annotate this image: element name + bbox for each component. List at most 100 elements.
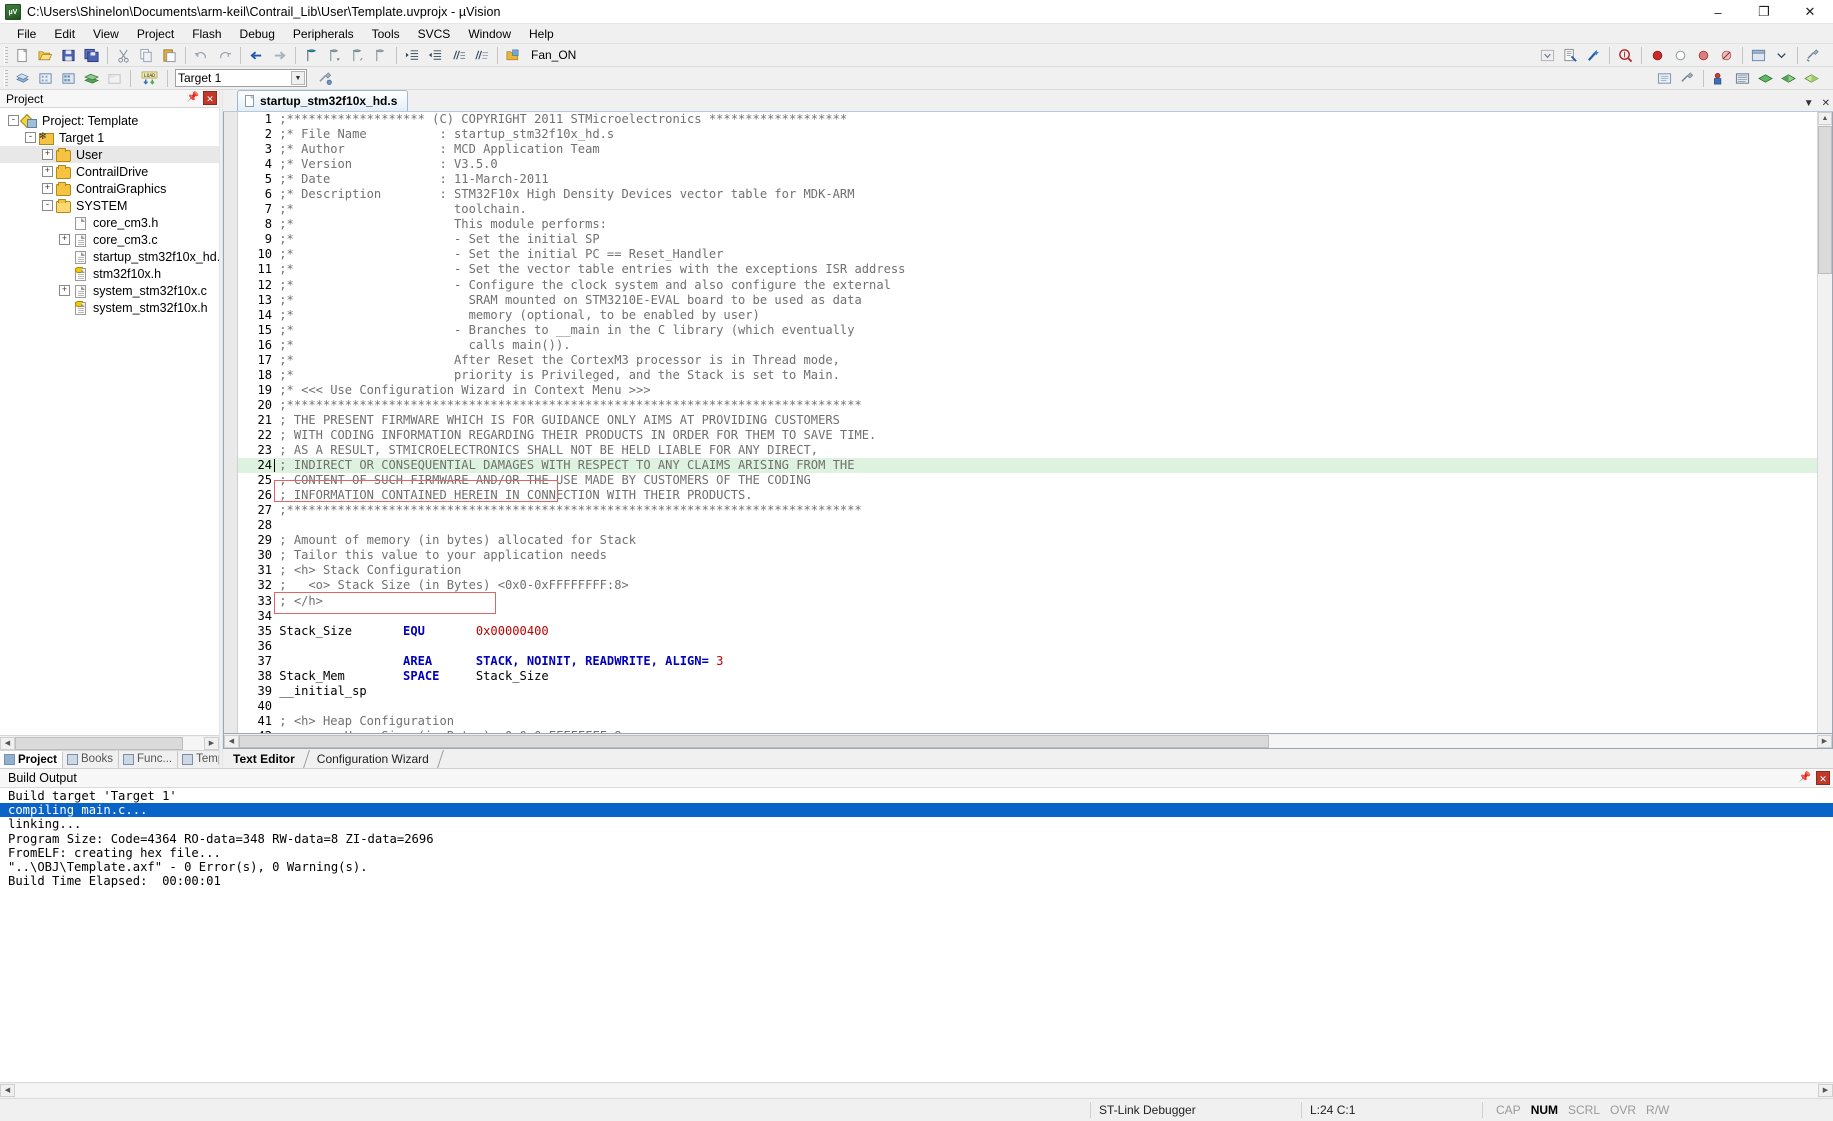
scrollbar-thumb[interactable]: [15, 736, 183, 750]
code-line[interactable]: 38 Stack_Mem SPACE Stack_Size: [238, 668, 1832, 684]
code-line[interactable]: 2 ;* File Name : startup_stm32f10x_hd.s: [238, 127, 1832, 143]
code-line[interactable]: 19 ;* <<< Use Configuration Wizard in Co…: [238, 382, 1832, 398]
target-select[interactable]: Target 1 ▼: [175, 69, 307, 87]
code-line[interactable]: 26 ; INFORMATION CONTAINED HEREIN IN CON…: [238, 488, 1832, 504]
toolbar-grip[interactable]: [4, 46, 8, 64]
scroll-up-arrow-icon[interactable]: ▲: [1818, 112, 1832, 125]
breakpoint-gutter[interactable]: [224, 112, 238, 733]
configure-flash-icon[interactable]: [1560, 45, 1581, 65]
code-line[interactable]: 22 ; WITH CODING INFORMATION REGARDING T…: [238, 427, 1832, 444]
tree-item-startup_stm32f10x_hd.s[interactable]: startup_stm32f10x_hd.s: [0, 248, 219, 265]
project-pane-tab-books[interactable]: Books: [63, 751, 119, 768]
code-line[interactable]: 41 ; <h> Heap Configuration: [238, 713, 1832, 729]
manage-windows-icon[interactable]: [1748, 45, 1769, 65]
minimize-button[interactable]: –: [1695, 0, 1741, 24]
menu-project[interactable]: Project: [128, 25, 183, 43]
menu-debug[interactable]: Debug: [231, 25, 284, 43]
code-line[interactable]: 10 ;* - Set the initial PC == Reset_Hand…: [238, 247, 1832, 263]
comment-icon[interactable]: [448, 45, 469, 65]
menu-peripherals[interactable]: Peripherals: [284, 25, 363, 43]
build-output-line[interactable]: Build target 'Target 1': [0, 789, 1833, 803]
scrollbar-track[interactable]: [239, 734, 1817, 748]
insert-bookmark-icon[interactable]: [301, 45, 322, 65]
undo-icon[interactable]: [191, 45, 212, 65]
pack-installer-icon[interactable]: [1709, 68, 1730, 88]
code-line[interactable]: 39 __initial_sp: [238, 683, 1832, 699]
configure-target-icon[interactable]: [503, 45, 524, 65]
code-line[interactable]: 4 ;* Version : V3.5.0: [238, 157, 1832, 173]
expand-icon[interactable]: +: [59, 285, 70, 296]
menu-tools[interactable]: Tools: [363, 25, 409, 43]
dropdown-toggle-icon[interactable]: [1537, 45, 1558, 65]
code-line[interactable]: 1 ;******************* (C) COPYRIGHT 201…: [238, 112, 1832, 128]
configure-toolbar-icon[interactable]: [1803, 45, 1824, 65]
menu-window[interactable]: Window: [459, 25, 520, 43]
menu-edit[interactable]: Edit: [45, 25, 84, 43]
scrollbar-track[interactable]: [15, 1084, 1818, 1097]
toolbar-grip[interactable]: [4, 69, 8, 87]
indent-icon[interactable]: [402, 45, 423, 65]
code-line[interactable]: 25 ; CONTENT OF SUCH FIRMWARE AND/OR THE…: [238, 473, 1832, 489]
menu-svcs[interactable]: SVCS: [409, 25, 460, 43]
pack-icon-2[interactable]: [1778, 68, 1799, 88]
code-vscrollbar[interactable]: ▲: [1817, 112, 1832, 733]
select-software-packs-icon[interactable]: [1732, 68, 1753, 88]
magic-wand-icon[interactable]: [1583, 45, 1604, 65]
tree-item-contraigraphics[interactable]: + ContraiGraphics: [0, 180, 219, 197]
prev-bookmark-icon[interactable]: [324, 45, 345, 65]
scrollbar-thumb[interactable]: [1818, 126, 1832, 274]
code-line[interactable]: 42 ; <o> Heap Size (in Bytes) <0x0-0xFFF…: [238, 728, 1832, 733]
uncomment-icon[interactable]: [471, 45, 492, 65]
download-icon[interactable]: LOAD: [136, 68, 162, 88]
expand-icon[interactable]: +: [42, 183, 53, 194]
project-pane-tab-project[interactable]: Project: [0, 751, 63, 768]
code-line[interactable]: 37 AREA STACK, NOINIT, READWRITE, ALIGN=…: [238, 653, 1832, 669]
target-options-icon[interactable]: [315, 68, 336, 88]
scroll-left-arrow-icon[interactable]: ◀: [0, 736, 15, 750]
tree-item-system_stm32f10x.h[interactable]: system_stm32f10x.h: [0, 299, 219, 316]
disable-all-breakpoints-icon[interactable]: [1716, 45, 1737, 65]
start-debug-session-icon[interactable]: [1615, 45, 1636, 65]
scrollbar-track[interactable]: [15, 736, 204, 750]
build-output-line[interactable]: compiling main.c...: [0, 803, 1833, 818]
code-text[interactable]: 1 ;******************* (C) COPYRIGHT 201…: [238, 112, 1832, 733]
expand-icon[interactable]: +: [59, 234, 70, 245]
chevron-down-icon[interactable]: ▼: [291, 71, 305, 85]
scroll-left-arrow-icon[interactable]: ◀: [224, 734, 239, 748]
disable-breakpoint-icon[interactable]: [1693, 45, 1714, 65]
copy-icon[interactable]: [136, 45, 157, 65]
close-icon[interactable]: ✕: [203, 91, 217, 105]
menu-file[interactable]: File: [8, 25, 45, 43]
pack-icon-3[interactable]: [1801, 68, 1822, 88]
pin-icon[interactable]: 📌: [186, 91, 200, 105]
code-line[interactable]: 16 ;* calls main()).: [238, 337, 1832, 353]
rebuild-all-icon[interactable]: [58, 68, 79, 88]
pack-icon-1[interactable]: [1755, 68, 1776, 88]
tree-item-contraildrive[interactable]: + ContrailDrive: [0, 163, 219, 180]
menu-flash[interactable]: Flash: [183, 25, 230, 43]
stop-build-icon[interactable]: [104, 68, 125, 88]
code-line[interactable]: 34: [238, 608, 1832, 624]
insert-breakpoint-icon[interactable]: [1647, 45, 1668, 65]
next-bookmark-icon[interactable]: [347, 45, 368, 65]
code-line[interactable]: 12 ;* - Configure the clock system and a…: [238, 277, 1832, 293]
clear-bookmarks-icon[interactable]: [370, 45, 391, 65]
code-line[interactable]: 8 ;* This module performs:: [238, 217, 1832, 233]
close-button[interactable]: ✕: [1787, 0, 1833, 24]
project-pane-tab-func[interactable]: Func...: [119, 751, 179, 768]
tree-item-core_cm3.c[interactable]: + core_cm3.c: [0, 231, 219, 248]
navigate-forward-icon[interactable]: [269, 45, 290, 65]
editor-tab-configuration-wizard[interactable]: Configuration Wizard: [307, 750, 444, 768]
open-file-icon[interactable]: [35, 45, 56, 65]
code-line[interactable]: 24 ; INDIRECT OR CONSEQUENTIAL DAMAGES W…: [238, 458, 1832, 474]
code-line[interactable]: 40: [238, 698, 1832, 714]
expand-icon[interactable]: +: [42, 149, 53, 160]
code-line[interactable]: 6 ;* Description : STM32F10x High Densit…: [238, 187, 1832, 203]
editor-tab-text-editor[interactable]: Text Editor: [223, 750, 310, 768]
close-document-icon[interactable]: ✕: [1822, 98, 1830, 109]
code-lines-container[interactable]: 1 ;******************* (C) COPYRIGHT 201…: [238, 112, 1832, 733]
tree-item-target-1[interactable]: - Target 1: [0, 129, 219, 146]
build-output-hscrollbar[interactable]: ◀ ▶: [0, 1082, 1833, 1098]
tree-item-system_stm32f10x.c[interactable]: + system_stm32f10x.c: [0, 282, 219, 299]
code-line[interactable]: 18 ;* priority is Privileged, and the St…: [238, 367, 1832, 383]
